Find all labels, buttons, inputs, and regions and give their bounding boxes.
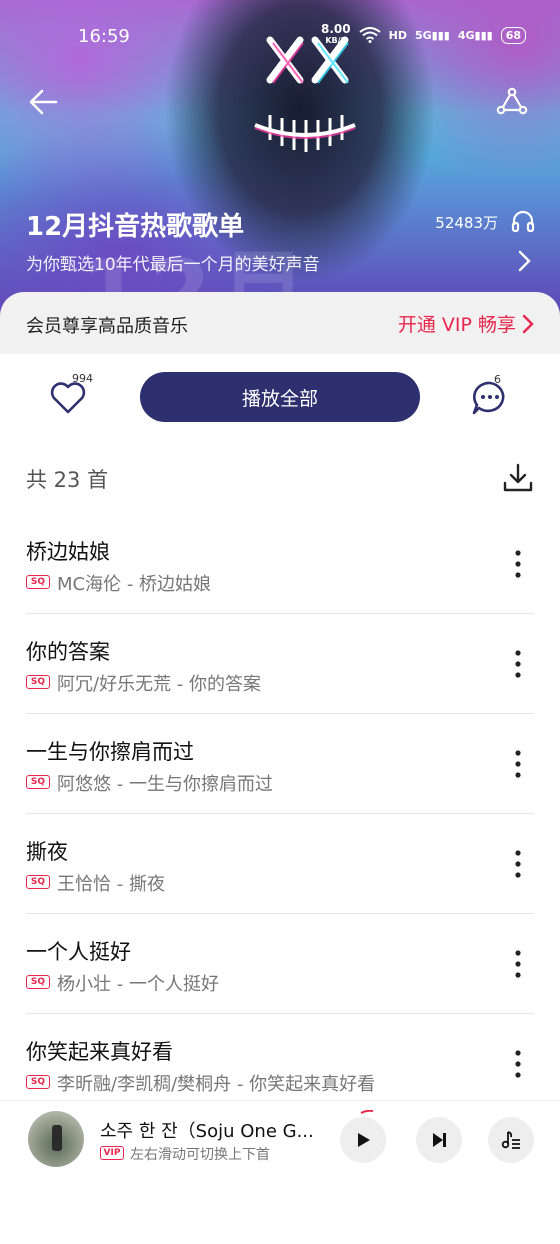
- headphone-icon: [511, 210, 535, 233]
- song-artist: 李昕融/李凯稠/樊桐舟 - 你笑起来真好看: [57, 1074, 376, 1095]
- sq-badge: SQ: [26, 675, 50, 689]
- open-vip-label: 开通 VIP 畅享: [397, 314, 516, 336]
- playlist-queue-button[interactable]: [488, 1117, 534, 1163]
- sq-badge: SQ: [26, 1075, 50, 1089]
- song-title: 你笑起来真好看: [26, 1040, 173, 1064]
- vip-promo-text: 会员尊享高品质音乐: [26, 316, 188, 337]
- listen-count: 52483万: [435, 214, 498, 232]
- song-artist: 阿冗/好乐无荒 - 你的答案: [57, 674, 262, 695]
- song-item[interactable]: 撕夜 SQ 王恰恰 - 撕夜: [0, 814, 560, 914]
- net-speed-unit: KB/S: [325, 36, 347, 45]
- back-arrow-icon[interactable]: [26, 84, 62, 120]
- sq-badge: SQ: [26, 575, 50, 589]
- song-item[interactable]: 桥边姑娘 SQ MC海伦 - 桥边姑娘: [0, 514, 560, 614]
- playlist-title: 12月抖音热歌歌单: [26, 212, 245, 242]
- comment-icon[interactable]: [470, 378, 510, 418]
- song-item[interactable]: 你笑起来真好看 SQ 李昕融/李凯稠/樊桐舟 - 你笑起来真好看: [0, 1014, 560, 1114]
- net-speed-value: 8.00: [321, 22, 351, 36]
- more-vertical-icon[interactable]: [508, 948, 528, 980]
- vip-badge: VIP: [100, 1146, 124, 1160]
- more-vertical-icon[interactable]: [508, 848, 528, 880]
- song-artist: 杨小壮 - 一个人挺好: [57, 974, 219, 995]
- song-list: 桥边姑娘 SQ MC海伦 - 桥边姑娘 你的答案 SQ 阿冗/好乐无荒 - 你的…: [0, 514, 560, 1114]
- download-icon[interactable]: [502, 462, 534, 494]
- next-icon: [433, 1133, 446, 1147]
- song-title: 撕夜: [26, 840, 68, 864]
- signal-4g-label: 4G: [457, 28, 475, 42]
- sq-badge: SQ: [26, 975, 50, 989]
- play-icon: [358, 1133, 370, 1147]
- now-playing-cover[interactable]: [28, 1111, 84, 1167]
- sq-badge: SQ: [26, 875, 50, 889]
- song-title: 一个人挺好: [26, 940, 131, 964]
- song-artist: 王恰恰 - 撕夜: [57, 874, 165, 895]
- now-playing-title: 소주 한 잔（Soju One G...: [100, 1121, 314, 1142]
- sq-badge: SQ: [26, 775, 50, 789]
- song-item[interactable]: 一个人挺好 SQ 杨小壮 - 一个人挺好: [0, 914, 560, 1014]
- cover-figure: [52, 1125, 62, 1151]
- next-button[interactable]: [416, 1117, 462, 1163]
- signal-5g: 5G▮▮▮: [414, 28, 450, 42]
- play-all-button[interactable]: 播放全部: [140, 372, 420, 422]
- song-item[interactable]: 一生与你擦肩而过 SQ 阿悠悠 - 一生与你擦肩而过: [0, 714, 560, 814]
- song-count: 共 23 首: [26, 468, 109, 492]
- battery-indicator: 68: [500, 26, 526, 44]
- hd-label: HD: [388, 28, 407, 42]
- song-artist: MC海伦 - 桥边姑娘: [57, 574, 212, 595]
- comment-count: 6: [494, 373, 501, 386]
- song-artist: 阿悠悠 - 一生与你擦肩而过: [57, 774, 273, 795]
- playlist-queue-icon: [501, 1131, 520, 1149]
- swipe-hint: 左右滑动可切换上下首: [130, 1147, 270, 1163]
- song-title: 一生与你擦肩而过: [26, 740, 194, 764]
- status-time: 16:59: [78, 26, 130, 47]
- signal-5g-label: 5G: [414, 28, 432, 42]
- wifi-icon: [359, 27, 381, 43]
- more-vertical-icon[interactable]: [508, 548, 528, 580]
- status-indicators: 8.00 KB/S HD 5G▮▮▮ 4G▮▮▮ 68: [321, 22, 526, 46]
- more-vertical-icon[interactable]: [508, 648, 528, 680]
- status-bar: 16:59 8.00 KB/S HD 5G▮▮▮ 4G▮▮▮ 68: [0, 22, 560, 52]
- play-button[interactable]: [340, 1117, 386, 1163]
- chevron-right-icon: [522, 314, 534, 333]
- chevron-right-icon[interactable]: [514, 248, 534, 274]
- more-vertical-icon[interactable]: [508, 748, 528, 780]
- song-title: 你的答案: [26, 640, 110, 664]
- song-title: 桥边姑娘: [26, 540, 110, 564]
- net-speed: 8.00 KB/S: [321, 22, 351, 46]
- signal-4g: 4G▮▮▮: [457, 28, 493, 42]
- vip-promo-bar: 会员尊享高品质音乐 开通 VIP 畅享: [0, 292, 560, 354]
- more-vertical-icon[interactable]: [508, 1048, 528, 1080]
- like-count: 994: [72, 372, 93, 385]
- song-item[interactable]: 你的答案 SQ 阿冗/好乐无荒 - 你的答案: [0, 614, 560, 714]
- mini-player[interactable]: 소주 한 잔（Soju One G... VIP 左右滑动可切换上下首: [0, 1100, 560, 1178]
- playlist-description[interactable]: 为你甄选10年代最后一个月的美好声音: [26, 250, 320, 275]
- share-icon[interactable]: [494, 84, 530, 120]
- play-progress-indicator: [360, 1110, 374, 1114]
- playlist-header: 12月 16:59 8.00 KB/S HD 5G▮▮▮ 4G▮▮▮ 68 12…: [0, 0, 560, 320]
- open-vip-button[interactable]: 开通 VIP 畅享: [398, 310, 534, 337]
